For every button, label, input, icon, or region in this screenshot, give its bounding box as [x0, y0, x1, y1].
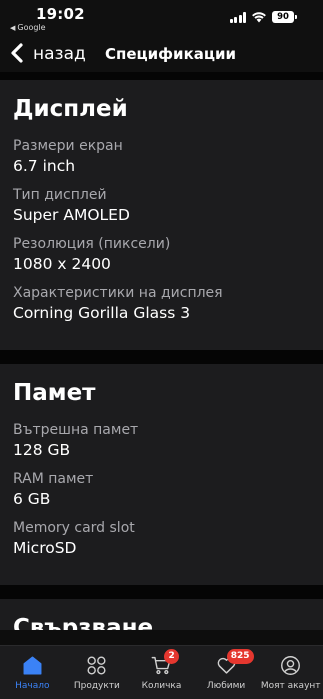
home-icon	[23, 656, 42, 675]
cellular-signal-icon	[229, 11, 246, 23]
back-button[interactable]: назад	[33, 44, 86, 64]
spec-row: Резолюция (пиксели) 1080 x 2400	[13, 234, 310, 283]
spec-label: Тип дисплей	[13, 187, 107, 203]
spec-row: Memory card slot MicroSD	[13, 518, 310, 567]
chevron-left-icon[interactable]	[8, 42, 28, 64]
section-display: Дисплей Размери екран 6.7 inch Тип диспл…	[0, 80, 323, 350]
tab-label: Любими	[206, 681, 246, 691]
spec-label: Вътрешна памет	[13, 422, 139, 438]
page-title: Спецификации	[105, 45, 237, 63]
spec-label: Резолюция (пиксели)	[13, 236, 171, 252]
section-divider	[0, 72, 323, 80]
cart-count-badge: 2	[164, 649, 180, 664]
tab-label: Количка	[141, 681, 182, 691]
top-nav-bar: назад Спецификации	[0, 36, 323, 72]
status-icons: 90	[229, 11, 297, 23]
back-triangle-icon: ◀	[10, 24, 16, 32]
favorites-count-badge: 825	[226, 649, 254, 664]
section-memory: Памет Вътрешна памет 128 GB RAM памет 6 …	[0, 364, 323, 585]
tab-label: Моят акаунт	[260, 681, 321, 691]
spec-value: 1080 x 2400	[13, 255, 111, 273]
spec-value: 6.7 inch	[13, 157, 76, 175]
tab-favorites[interactable]: 825 Любими	[194, 646, 259, 699]
wifi-icon	[252, 12, 266, 23]
return-app-name: Google	[17, 23, 46, 32]
spec-row: Вътрешна памет 128 GB	[13, 420, 310, 469]
tab-products[interactable]: Продукти	[65, 646, 130, 699]
bottom-tab-bar: Начало Продукти 2 Количка 825 Любими Моя…	[0, 645, 323, 699]
section-title: Свързване	[13, 615, 154, 630]
spec-label: Memory card slot	[13, 520, 135, 536]
tab-home[interactable]: Начало	[0, 646, 65, 699]
spec-row: Размери екран 6.7 inch	[13, 136, 310, 185]
tab-account[interactable]: Моят акаунт	[258, 646, 323, 699]
tab-label: Продукти	[73, 681, 120, 691]
spec-row: Характеристики на дисплея Corning Gorill…	[13, 283, 310, 332]
section-divider	[0, 350, 323, 364]
spec-row: Тип дисплей Super AMOLED	[13, 185, 310, 234]
spec-label: Размери екран	[13, 138, 123, 154]
spec-value: MicroSD	[13, 539, 77, 557]
spec-label: Характеристики на дисплея	[13, 285, 223, 301]
spec-value: 128 GB	[13, 441, 71, 459]
grid-icon	[87, 656, 106, 675]
spec-label: RAM памет	[13, 471, 94, 487]
section-title: Памет	[13, 380, 96, 406]
spec-value: Super AMOLED	[13, 206, 130, 224]
spec-value: Corning Gorilla Glass 3	[13, 304, 191, 322]
status-bar: 19:02 ◀ Google 90	[0, 0, 323, 36]
specs-scroll-area[interactable]: Дисплей Размери екран 6.7 inch Тип диспл…	[0, 72, 323, 630]
section-title: Дисплей	[13, 96, 128, 122]
tab-cart[interactable]: 2 Количка	[129, 646, 194, 699]
user-icon	[281, 656, 301, 675]
spec-value: 6 GB	[13, 490, 51, 508]
status-time: 19:02	[36, 5, 85, 23]
return-to-app-link[interactable]: ◀ Google	[10, 23, 46, 32]
battery-level: 90	[272, 11, 294, 23]
section-divider	[0, 585, 323, 599]
spec-row: RAM памет 6 GB	[13, 469, 310, 518]
tab-label: Начало	[15, 681, 50, 691]
section-connectivity: Свързване	[0, 599, 323, 630]
battery-cap	[295, 15, 297, 19]
